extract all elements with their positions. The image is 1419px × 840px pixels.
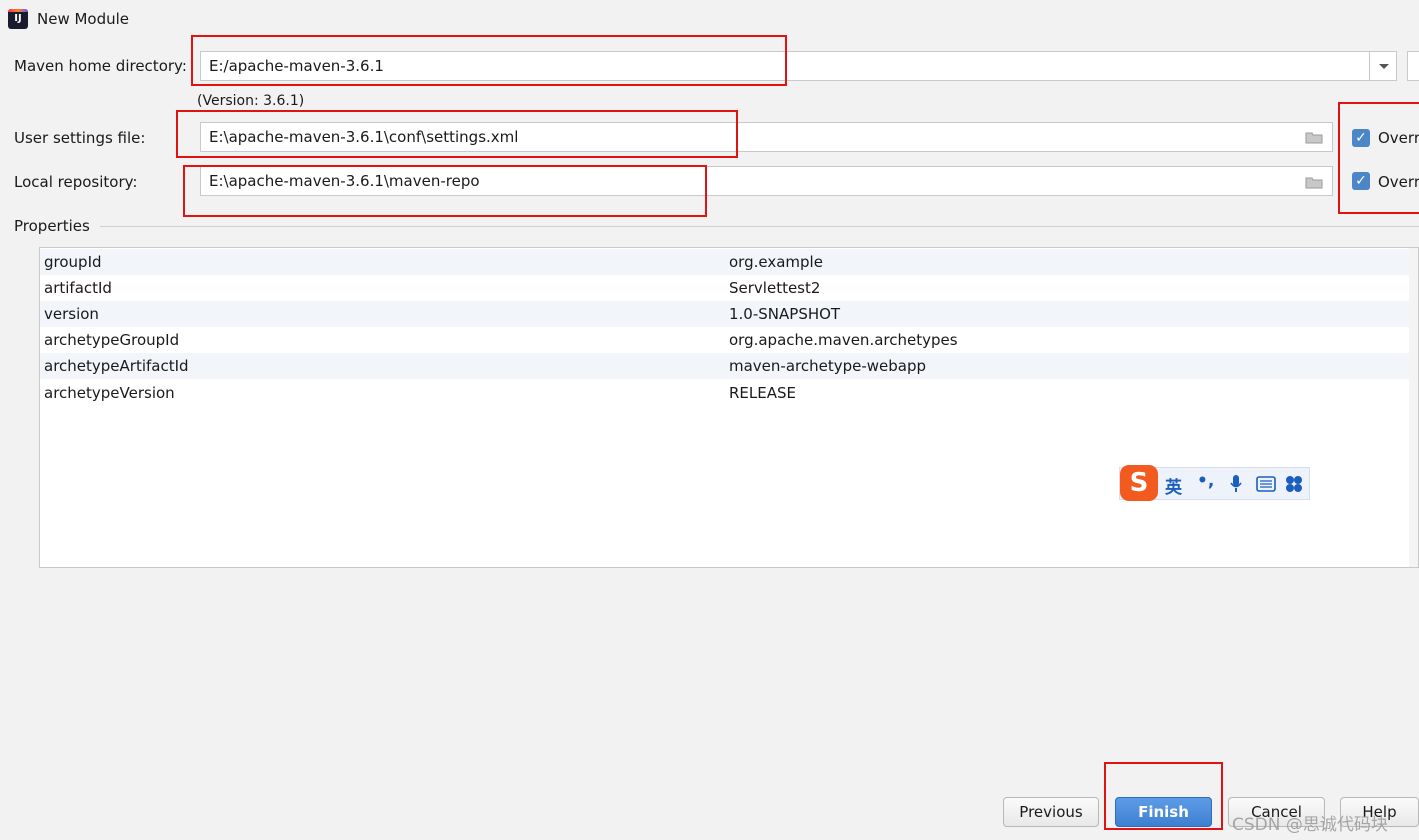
highlight-box (1338, 102, 1419, 214)
intellij-logo-icon: IJ (8, 9, 28, 29)
folder-icon[interactable] (1305, 129, 1323, 148)
property-key: archetypeArtifactId (44, 357, 189, 375)
property-key: artifactId (44, 279, 112, 297)
highlight-box (1104, 762, 1223, 830)
property-value[interactable]: 1.0-SNAPSHOT (729, 301, 840, 327)
ime-language-label[interactable]: 英 (1165, 473, 1182, 498)
ime-toolbar[interactable]: S 英 •, (1119, 465, 1310, 501)
property-value[interactable]: org.apache.maven.archetypes (729, 327, 958, 353)
grid-menu-icon[interactable] (1285, 475, 1303, 493)
maven-home-label: Maven home directory: (14, 57, 187, 75)
property-key: groupId (44, 253, 102, 271)
table-row[interactable]: version 1.0-SNAPSHOT (40, 301, 1409, 327)
sogou-logo-icon: S (1120, 465, 1158, 501)
property-value[interactable]: Servlettest2 (729, 275, 820, 301)
table-row[interactable]: archetypeGroupId org.apache.maven.archet… (40, 327, 1409, 353)
highlight-box (176, 110, 738, 158)
property-value[interactable]: RELEASE (729, 380, 796, 406)
maven-version-text: (Version: 3.6.1) (197, 93, 305, 109)
microphone-icon[interactable] (1229, 474, 1243, 494)
ime-punctuation-label[interactable]: •, (1197, 471, 1214, 491)
chevron-down-icon (1379, 64, 1389, 69)
maven-home-dropdown[interactable] (1369, 51, 1397, 81)
keyboard-icon[interactable] (1256, 476, 1276, 492)
table-scrollbar[interactable] (1409, 248, 1418, 567)
title-bar (0, 0, 1419, 40)
table-row[interactable]: artifactId Servlettest2 (40, 275, 1409, 301)
section-divider (100, 226, 1419, 227)
window-title: New Module (37, 10, 130, 28)
property-key: archetypeVersion (44, 384, 175, 402)
table-row[interactable]: groupId org.example (40, 249, 1409, 275)
maven-home-browse-button[interactable] (1407, 51, 1419, 81)
watermark: CSDN @思诚代码块 (1232, 815, 1388, 835)
previous-button[interactable]: Previous (1003, 797, 1099, 827)
folder-icon[interactable] (1305, 174, 1323, 193)
properties-section-label: Properties (14, 217, 90, 235)
highlight-box (183, 165, 707, 217)
properties-table: groupId org.example artifactId Servlette… (39, 247, 1419, 568)
local-repository-label: Local repository: (14, 173, 138, 191)
user-settings-label: User settings file: (14, 129, 146, 147)
table-row[interactable]: archetypeArtifactId maven-archetype-weba… (40, 353, 1409, 379)
property-key: version (44, 305, 99, 323)
highlight-box (191, 35, 787, 86)
property-value[interactable]: org.example (729, 249, 823, 275)
property-key: archetypeGroupId (44, 331, 180, 349)
table-row[interactable]: archetypeVersion RELEASE (40, 380, 1409, 406)
property-value[interactable]: maven-archetype-webapp (729, 353, 926, 379)
